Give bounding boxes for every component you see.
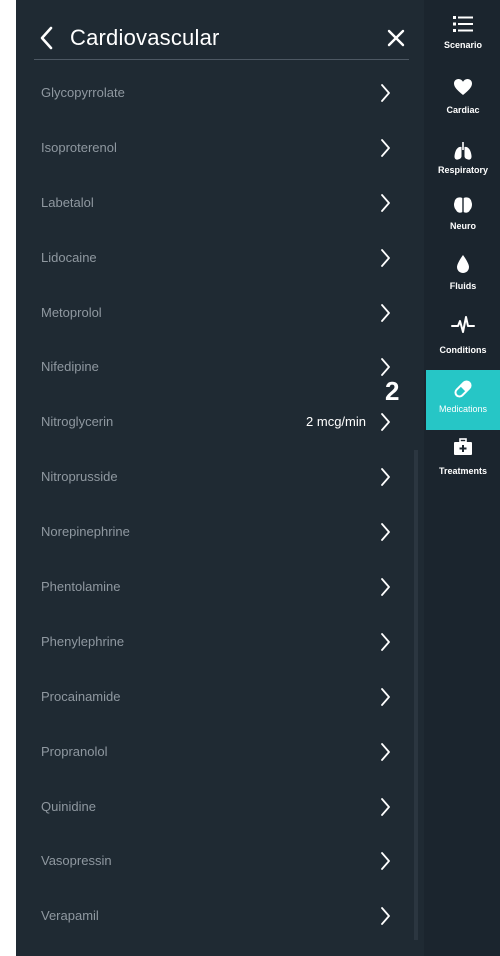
medication-name: Metoprolol	[41, 304, 102, 320]
medication-name: Nitroprusside	[41, 469, 118, 485]
step-number-annotation: 2	[385, 376, 400, 406]
nav-item-medications[interactable]: Medications	[426, 370, 500, 430]
medication-name: Verapamil	[41, 908, 99, 924]
list-item[interactable]: Vasopressin	[16, 834, 424, 889]
list-item[interactable]: Metoprolol	[16, 286, 424, 341]
medication-panel: Cardiovascular Glycopyrrolate Isoproteren…	[16, 0, 424, 956]
chevron-right-icon	[381, 138, 390, 157]
chevron-right-icon	[381, 468, 390, 487]
nav-label: Respiratory	[437, 165, 489, 175]
nav-item-treatments[interactable]: Treatments	[426, 432, 500, 484]
chevron-right-icon	[381, 578, 390, 596]
chevron-right-icon	[381, 797, 390, 816]
list-item[interactable]: Phentolamine	[16, 560, 424, 615]
nav-item-respiratory[interactable]: Respiratory	[426, 135, 500, 187]
medication-name: Nitroglycerin	[41, 414, 114, 430]
nav-label: Conditions	[439, 345, 487, 355]
list-item[interactable]: Labetalol	[16, 176, 424, 231]
chevron-right-icon	[381, 193, 390, 212]
medication-name: Phentolamine	[41, 579, 121, 595]
list-item[interactable]: Glycopyrrolate	[16, 66, 424, 121]
list-item[interactable]: Procainamide	[16, 670, 424, 725]
list-item[interactable]: Nitroprusside	[16, 450, 424, 505]
list-item[interactable]: Nifedipine	[16, 340, 424, 395]
nav-label: Neuro	[449, 221, 476, 231]
chevron-right-icon	[381, 248, 390, 267]
close-icon[interactable]	[386, 28, 406, 48]
nav-item-neuro[interactable]: Neuro	[426, 190, 500, 242]
chevron-right-icon	[381, 687, 390, 706]
chevron-right-icon	[381, 742, 390, 761]
medkit-icon	[426, 438, 500, 461]
pill-icon	[426, 378, 500, 405]
medication-name: Lidocaine	[41, 249, 97, 265]
medication-name: Procainamide	[41, 688, 121, 704]
medication-name: Vasopressin	[41, 853, 112, 869]
heart-icon	[426, 78, 500, 101]
medication-name: Phenylephrine	[41, 633, 125, 649]
chevron-right-icon	[381, 413, 390, 432]
medication-name: Norepinephrine	[41, 524, 130, 540]
header-divider	[34, 59, 409, 60]
nav-item-fluids[interactable]: Fluids	[426, 248, 500, 300]
list-item[interactable]: Lidocaine	[16, 231, 424, 286]
chevron-right-icon	[381, 358, 390, 377]
lungs-icon	[426, 141, 500, 166]
list-item[interactable]: Verapamil	[16, 889, 424, 944]
nav-item-conditions[interactable]: Conditions	[426, 310, 500, 362]
medication-name: Labetalol	[41, 194, 94, 210]
chevron-right-icon	[381, 852, 390, 871]
medication-name: Nifedipine	[41, 359, 99, 375]
list-item[interactable]: Nitroglycerin 2 mcg/min	[16, 395, 424, 450]
list-item[interactable]: Isoproterenol	[16, 121, 424, 176]
medication-name: Glycopyrrolate	[41, 85, 125, 100]
nav-label: Medications	[438, 404, 488, 414]
chevron-right-icon	[381, 523, 390, 542]
list-item[interactable]: Propranolol	[16, 725, 424, 780]
medication-name: Quinidine	[41, 798, 96, 814]
category-nav: Scenario Cardiac Respiratory Neuro Fluids Con…	[426, 0, 500, 956]
medication-name: Isoproterenol	[41, 139, 117, 155]
drop-icon	[426, 254, 500, 279]
chevron-right-icon	[381, 907, 390, 926]
page-title: Cardiovascular	[70, 25, 220, 50]
nav-item-scenario[interactable]: Scenario	[426, 10, 500, 62]
chevron-right-icon	[381, 303, 390, 322]
medication-dose: 2 mcg/min	[306, 414, 366, 430]
nav-label: Treatments	[438, 466, 488, 476]
nav-label: Cardiac	[446, 105, 480, 115]
brain-icon	[426, 196, 500, 219]
pulse-icon	[426, 316, 500, 339]
nav-label: Scenario	[443, 40, 483, 50]
list-item[interactable]: Phenylephrine	[16, 615, 424, 670]
list-item[interactable]: Quinidine	[16, 780, 424, 835]
back-icon[interactable]	[38, 24, 56, 52]
nav-item-cardiac[interactable]: Cardiac	[426, 72, 500, 124]
panel-header: Cardiovascular	[16, 0, 424, 74]
medication-list: Glycopyrrolate Isoproterenol Labetalol Lido…	[16, 66, 424, 944]
chevron-right-icon	[381, 633, 390, 651]
chevron-right-icon	[381, 84, 390, 102]
nav-label: Fluids	[449, 281, 477, 291]
medication-name: Propranolol	[41, 743, 108, 759]
list-item[interactable]: Norepinephrine	[16, 505, 424, 560]
scrollbar[interactable]	[414, 450, 418, 940]
list-icon	[426, 14, 500, 39]
